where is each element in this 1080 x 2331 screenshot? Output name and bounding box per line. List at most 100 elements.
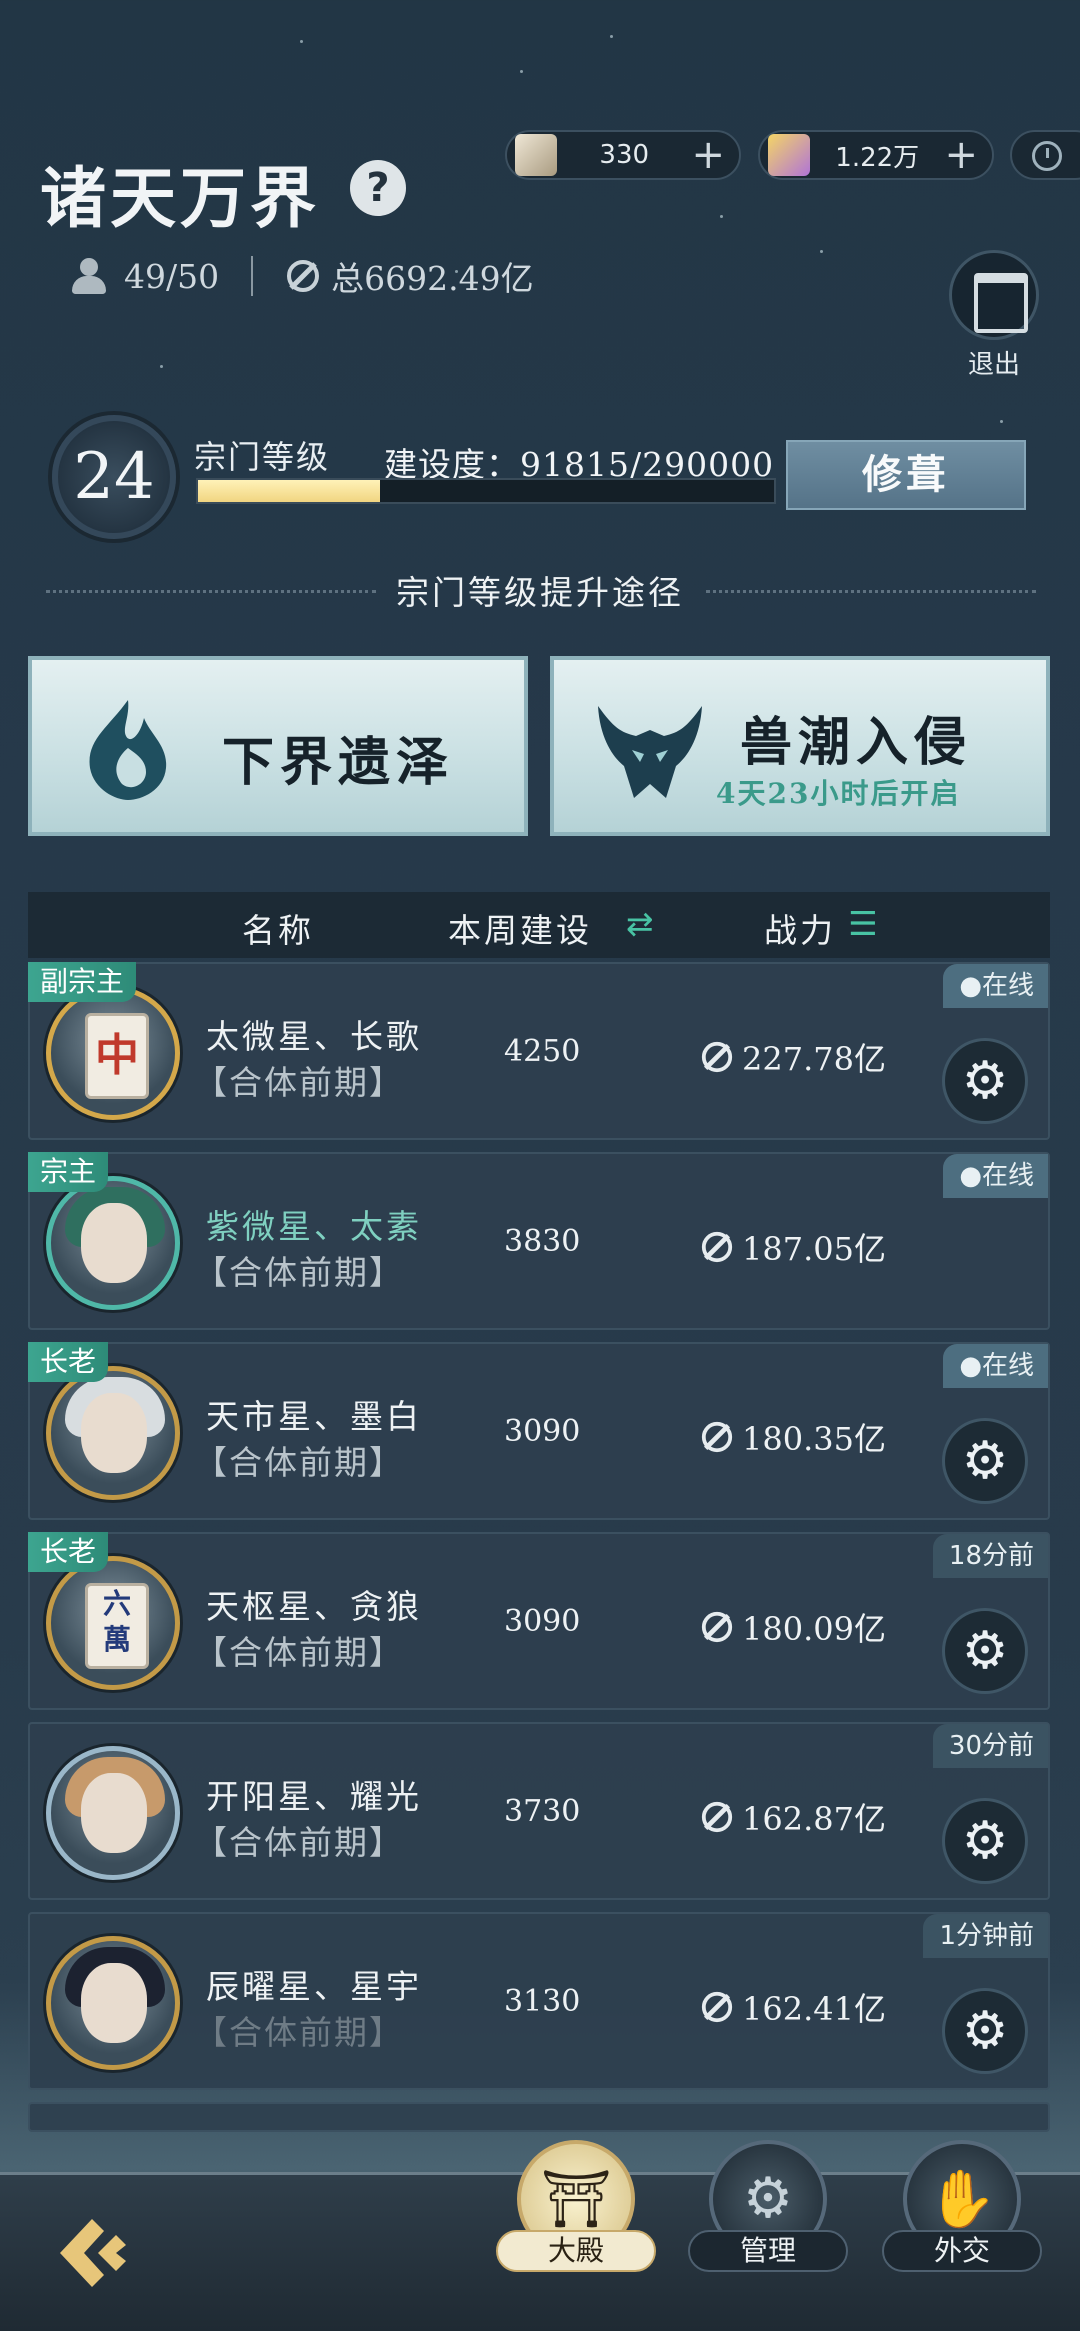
avatar-face: [81, 1773, 147, 1853]
member-power-value: 180.09亿: [742, 1610, 886, 1648]
online-status: 30分前: [932, 1724, 1048, 1768]
member-power-value: 162.41亿: [742, 1990, 886, 2028]
avatar-face: [81, 1203, 147, 1283]
route-card-beast-tide[interactable]: 兽潮入侵 4天23小时后开启: [550, 656, 1050, 836]
resource-2-value: 1.22万: [835, 142, 920, 173]
power-icon: [701, 1991, 733, 2023]
level-label: 宗门等级: [194, 438, 331, 476]
member-weekly-build: 3090: [504, 1604, 581, 1639]
divider: [251, 256, 254, 296]
guild-stats: 49/50 总6692.49亿: [68, 252, 534, 300]
online-status: ●在线: [943, 964, 1048, 1008]
member-power: 162.87亿: [700, 1794, 886, 1840]
nav-hall-label: 大殿: [496, 2230, 656, 2272]
members-icon: [68, 258, 114, 294]
divider-right: [706, 590, 1036, 593]
help-icon[interactable]: ?: [350, 160, 406, 216]
rank-badge: 宗主: [28, 1152, 109, 1192]
avatar[interactable]: [46, 1366, 180, 1500]
member-name: 开阳星、耀光: [206, 1777, 422, 1816]
member-table-header: 名称 本周建设 ⇄ 战力 ☰: [28, 892, 1050, 958]
power-icon: [701, 1611, 733, 1643]
gem-item-icon: [768, 134, 810, 176]
member-power: 180.35亿: [700, 1414, 886, 1460]
exit-label: 退出: [967, 350, 1020, 380]
add-resource-1-button[interactable]: +: [691, 135, 725, 175]
col-power[interactable]: 战力: [764, 904, 836, 952]
member-row[interactable]: 六 萬 长老 天枢星、贪狼 【合体前期】 3090 180.09亿 18分前 ⚙: [28, 1532, 1050, 1710]
route-card-lower-realm[interactable]: 下界遗泽: [28, 656, 528, 836]
member-row[interactable]: 中 副宗主 太微星、长歌 【合体前期】 4250 227.78亿 ●在线 ⚙: [28, 962, 1050, 1140]
build-progress-fill: [198, 480, 381, 502]
power-icon: [287, 260, 320, 292]
member-power-value: 187.05亿: [742, 1230, 886, 1268]
avatar[interactable]: [46, 1746, 180, 1880]
demon-mask-icon: [598, 706, 702, 798]
member-power: 227.78亿: [700, 1034, 886, 1080]
member-weekly-build: 4250: [504, 1034, 581, 1069]
member-power: 180.09亿: [700, 1604, 886, 1650]
member-realm: 【合体前期】: [194, 1063, 404, 1102]
avatar[interactable]: 中: [46, 986, 180, 1120]
exit-button[interactable]: 退出: [946, 250, 1042, 380]
avatar[interactable]: [46, 1936, 180, 2070]
avatar[interactable]: [46, 1176, 180, 1310]
add-resource-2-button[interactable]: +: [944, 135, 978, 175]
member-row[interactable]: 宗主 紫微星、太素 【合体前期】 3830 187.05亿 ●在线: [28, 1152, 1050, 1330]
nav-diplomacy[interactable]: ✋ 外交: [882, 2140, 1042, 2272]
member-row[interactable]: 开阳星、耀光 【合体前期】 3730 162.87亿 30分前 ⚙: [28, 1722, 1050, 1900]
back-arrow-icon[interactable]: [46, 2205, 142, 2301]
nav-hall[interactable]: ⛩ 大殿: [496, 2140, 656, 2272]
online-status: 1分钟前: [923, 1914, 1048, 1958]
timer-pill[interactable]: [1010, 130, 1080, 180]
rank-badge: 长老: [28, 1342, 109, 1382]
avatar-face: [81, 1963, 147, 2043]
gear-icon[interactable]: ⚙: [942, 1608, 1028, 1694]
member-power: 187.05亿: [700, 1224, 886, 1270]
member-name: 天市星、墨白: [206, 1397, 422, 1436]
member-weekly-build: 3130: [504, 1984, 581, 2019]
route-name: 兽潮入侵: [740, 712, 973, 773]
member-row[interactable]: 长老 天市星、墨白 【合体前期】 3090 180.35亿 ●在线 ⚙: [28, 1342, 1050, 1520]
build-progress-bar: [196, 478, 776, 504]
member-row-partial: [28, 2102, 1050, 2132]
avatar[interactable]: 六 萬: [46, 1556, 180, 1690]
member-name: 太微星、长歌: [206, 1017, 422, 1056]
member-realm: 【合体前期】: [194, 1823, 404, 1862]
gear-icon[interactable]: ⚙: [942, 1798, 1028, 1884]
scroll-item-icon: [515, 134, 557, 176]
rank-badge: 长老: [28, 1532, 109, 1572]
member-realm: 【合体前期】: [194, 1633, 404, 1672]
member-weekly-build: 3090: [504, 1414, 581, 1449]
member-power: 162.41亿: [700, 1984, 886, 2030]
member-row[interactable]: 辰曜星、星宇 【合体前期】 3130 162.41亿 1分钟前 ⚙: [28, 1912, 1050, 2090]
resource-1-value: 330: [599, 140, 650, 170]
nav-manage[interactable]: ⚙ 管理: [688, 2140, 848, 2272]
shuffle-sort-icon[interactable]: ⇄: [626, 904, 657, 943]
gear-icon[interactable]: ⚙: [942, 1988, 1028, 2074]
power-icon: [701, 1231, 733, 1263]
list-sort-icon[interactable]: ☰: [848, 904, 881, 943]
resource-pill-1: 330 +: [505, 130, 741, 180]
nav-manage-label: 管理: [688, 2230, 848, 2272]
online-status: 18分前: [932, 1534, 1048, 1578]
gear-icon[interactable]: ⚙: [942, 1418, 1028, 1504]
gear-icon[interactable]: ⚙: [942, 1038, 1028, 1124]
resource-pill-2: 1.22万 +: [758, 130, 994, 180]
route-name: 下界遗泽: [222, 732, 455, 793]
member-realm: 【合体前期】: [194, 2013, 404, 2052]
avatar-face: [81, 1393, 147, 1473]
member-power-value: 180.35亿: [742, 1420, 886, 1458]
member-weekly-build: 3830: [504, 1224, 581, 1259]
upgrade-button[interactable]: 修葺: [786, 440, 1026, 510]
exit-icon: [949, 250, 1039, 340]
flame-emblem-icon: [89, 700, 167, 800]
guild-title: 诸天万界: [40, 159, 320, 237]
online-status: ●在线: [943, 1154, 1048, 1198]
power-icon: [701, 1041, 733, 1073]
member-power-value: 162.87亿: [742, 1800, 886, 1838]
level-badge: 24: [52, 415, 176, 539]
mahjong-tile-icon: 六 萬: [85, 1583, 149, 1669]
member-name: 辰曜星、星宇: [206, 1967, 422, 2006]
col-week-build[interactable]: 本周建设: [448, 904, 592, 952]
